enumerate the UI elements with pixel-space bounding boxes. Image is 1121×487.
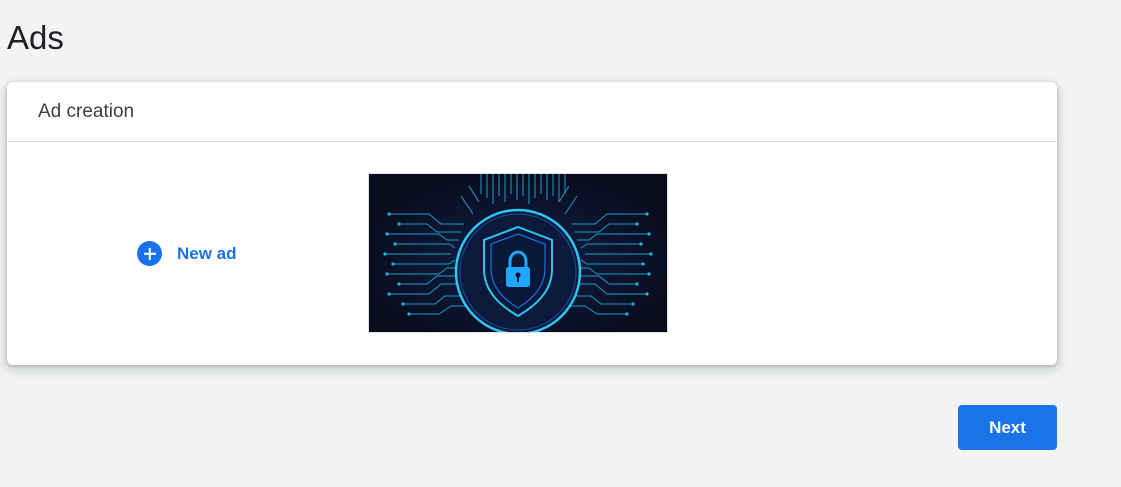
- new-ad-label: New ad: [177, 243, 237, 263]
- shield-lock-icon: [369, 174, 667, 332]
- ad-image-thumbnail[interactable]: [368, 173, 668, 333]
- card-title: Ad creation: [38, 100, 135, 122]
- card-header: Ad creation: [7, 82, 1057, 142]
- new-ad-button[interactable]: New ad: [137, 241, 237, 266]
- plus-circle-icon: [137, 241, 162, 266]
- ad-creation-card: Ad creation New ad: [7, 82, 1057, 365]
- page-title: Ads: [7, 19, 64, 56]
- next-button[interactable]: Next: [958, 405, 1057, 450]
